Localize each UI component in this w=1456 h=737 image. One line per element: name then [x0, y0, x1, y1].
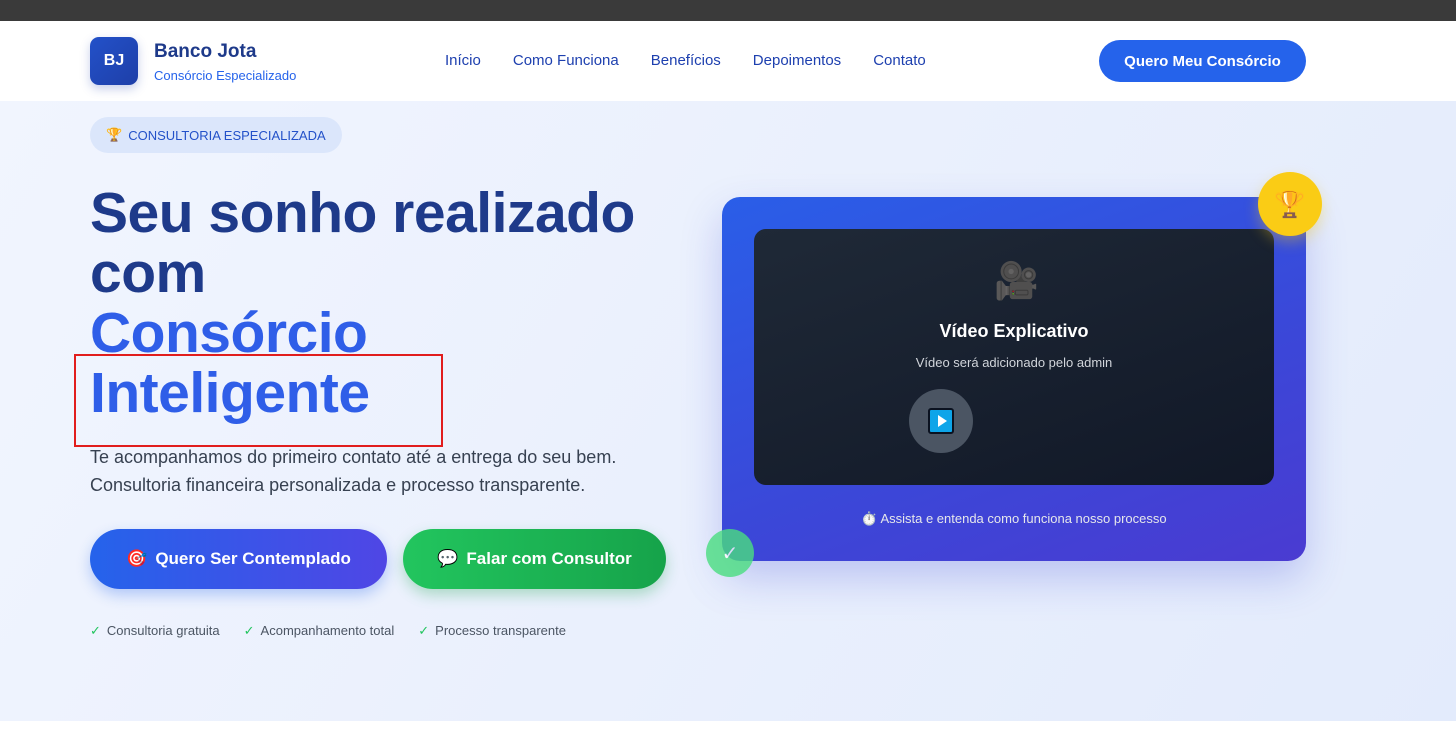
chat-icon: 💬 — [437, 549, 459, 568]
site-header: BJ Banco Jota Consórcio Especializado In… — [0, 21, 1456, 101]
video-player[interactable]: 🎥 Vídeo Explicativo Vídeo será adicionad… — [754, 229, 1274, 485]
play-button[interactable] — [909, 389, 973, 453]
video-camera-icon: 🎥 — [994, 260, 1039, 301]
brand-name: Banco Jota — [154, 41, 257, 62]
check-icon: ✓ — [243, 623, 255, 638]
trophy-icon: 🏆 — [1258, 172, 1322, 236]
video-title: Vídeo Explicativo — [939, 321, 1089, 341]
check-label: Processo transparente — [435, 623, 566, 638]
target-icon: 🎯 — [126, 549, 148, 568]
browser-top-bar — [0, 0, 1456, 21]
consultoria-badge: 🏆 CONSULTORIA ESPECIALIZADA — [90, 117, 342, 153]
video-card: 🎥 Vídeo Explicativo Vídeo será adicionad… — [722, 197, 1306, 561]
nav-como-funciona[interactable]: Como Funciona — [513, 52, 619, 69]
badge-label: CONSULTORIA ESPECIALIZADA — [128, 127, 326, 143]
brand-subtitle: Consórcio Especializado — [154, 68, 297, 83]
secondary-button-label: Falar com Consultor — [466, 549, 632, 568]
check-item: ✓ Acompanhamento total — [244, 623, 395, 639]
benefit-checks: ✓ Consultoria gratuita ✓ Acompanhamento to… — [90, 623, 566, 639]
main-nav: Início Como Funciona Benefícios Depoimen… — [445, 52, 926, 69]
headline-line-2: com — [90, 241, 206, 305]
hero-section: 🏆 CONSULTORIA ESPECIALIZADA Seu sonho re… — [0, 101, 1456, 721]
trophy-icon: 🏆 — [106, 127, 123, 142]
primary-button-label: Quero Ser Contemplado — [155, 549, 351, 568]
check-circle-icon: ✓ — [706, 529, 754, 577]
check-label: Consultoria gratuita — [106, 623, 220, 638]
check-item: ✓ Consultoria gratuita — [90, 623, 220, 639]
check-label: Acompanhamento total — [260, 623, 395, 638]
nav-depoimentos[interactable]: Depoimentos — [753, 52, 841, 69]
falar-com-consultor-button[interactable]: 💬 Falar com Consultor — [403, 529, 666, 589]
description-line-1: Te acompanhamos do primeiro contato até … — [90, 447, 617, 467]
check-icon: ✓ — [90, 623, 101, 638]
nav-contato[interactable]: Contato — [873, 52, 926, 69]
play-icon — [928, 408, 954, 434]
logo[interactable]: BJ — [90, 37, 138, 85]
check-icon: ✓ — [418, 623, 430, 638]
nav-beneficios[interactable]: Benefícios — [651, 52, 721, 69]
hero-description: Te acompanhamos do primeiro contato até … — [90, 443, 690, 499]
video-caption: ⏱️ Assista e entenda como funciona nosso… — [861, 511, 1167, 526]
quero-meu-consorcio-button[interactable]: Quero Meu Consórcio — [1099, 40, 1306, 82]
video-subtitle: Vídeo será adicionado pelo admin — [915, 355, 1113, 370]
quero-ser-contemplado-button[interactable]: 🎯 Quero Ser Contemplado — [90, 529, 387, 589]
check-item: ✓ Processo transparente — [418, 623, 566, 639]
highlight-annotation-box — [74, 354, 443, 447]
nav-inicio[interactable]: Início — [445, 52, 481, 69]
headline-line-1: Seu sonho realizado — [90, 181, 635, 245]
description-line-2: Consultoria financeira personalizada e p… — [90, 475, 586, 495]
